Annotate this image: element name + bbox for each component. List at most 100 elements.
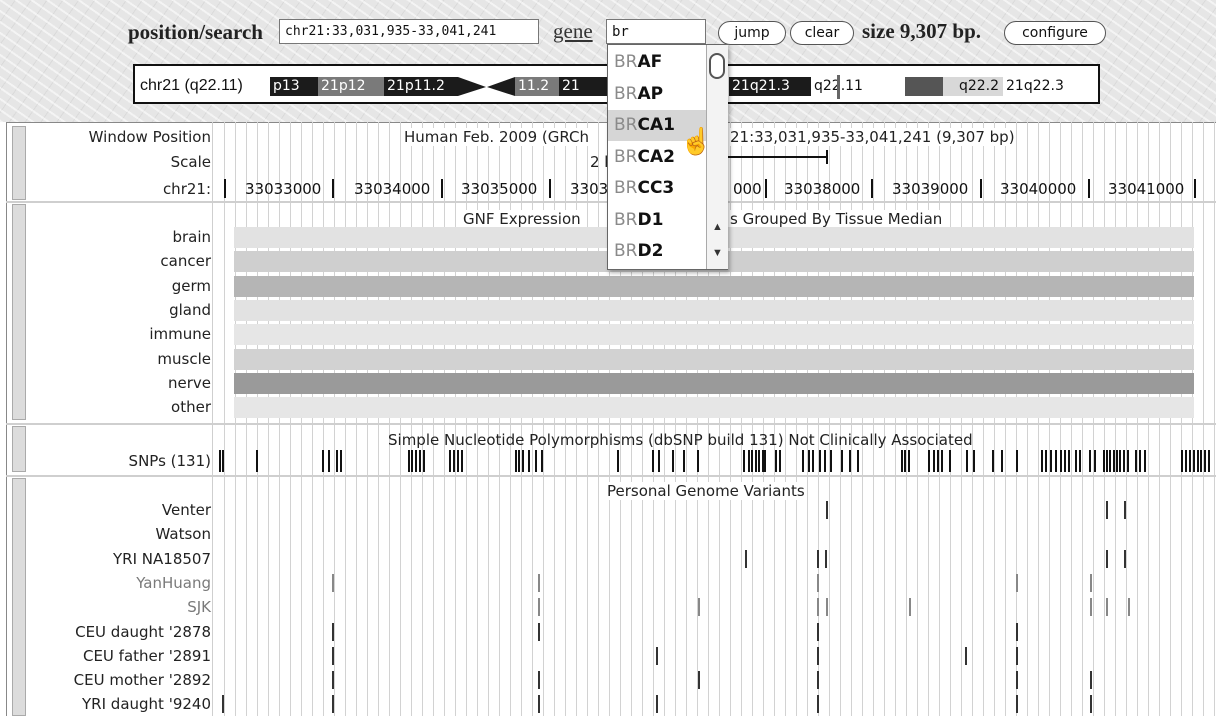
snp-mark[interactable] [457,450,459,472]
snp-mark[interactable] [1079,450,1081,472]
variant-mark[interactable] [538,695,540,714]
variant-mark[interactable] [965,646,967,665]
variant-mark[interactable] [1124,501,1126,519]
variant-mark[interactable] [1090,573,1092,592]
snp-mark[interactable] [928,450,930,472]
snp-mark[interactable] [1113,450,1115,472]
variant-mark[interactable] [817,549,819,568]
snp-mark[interactable] [824,450,826,472]
snp-mark[interactable] [336,450,338,472]
variant-mark[interactable] [656,646,658,665]
autocomplete-item[interactable]: BRD1 [608,205,706,236]
variant-mark[interactable] [825,549,827,568]
snp-mark[interactable] [941,450,943,472]
snp-mark[interactable] [328,450,330,472]
snp-mark[interactable] [779,450,781,472]
gene-link[interactable]: gene [553,19,593,44]
snp-mark[interactable] [775,450,777,472]
track-side-button[interactable] [12,478,26,716]
snp-mark[interactable] [802,450,804,472]
snp-mark[interactable] [340,450,342,472]
snp-mark[interactable] [528,450,530,472]
snp-mark[interactable] [1060,450,1062,472]
variant-mark[interactable] [1016,622,1018,641]
snp-mark[interactable] [1001,450,1003,472]
tissue-expression-bar[interactable] [234,348,1194,370]
snp-mark[interactable] [411,450,413,472]
snp-mark[interactable] [937,450,939,472]
snp-mark[interactable] [933,450,935,472]
scrollbar-thumb[interactable] [709,53,725,79]
snp-mark[interactable] [992,450,994,472]
variant-mark[interactable] [745,549,747,568]
variant-mark[interactable] [817,622,819,641]
snp-mark[interactable] [841,450,843,472]
snp-mark[interactable] [751,450,753,472]
snp-mark[interactable] [617,450,619,472]
variant-mark[interactable] [1106,598,1108,617]
snp-mark[interactable] [764,450,766,472]
autocomplete-item[interactable]: BRD2 [608,236,706,267]
variant-mark[interactable] [538,671,540,690]
snp-mark[interactable] [808,450,810,472]
snp-mark[interactable] [949,450,951,472]
track-side-button[interactable] [12,126,26,200]
snp-mark[interactable] [1144,450,1146,472]
dropdown-scrollbar[interactable]: ▲ ▼ [706,45,728,269]
snp-mark[interactable] [1055,450,1057,472]
configure-button[interactable]: configure [1004,21,1106,45]
snp-mark[interactable] [518,450,520,472]
variant-mark[interactable] [817,646,819,665]
snp-mark[interactable] [222,450,224,472]
snp-mark[interactable] [1193,450,1195,472]
snp-mark[interactable] [423,450,425,472]
snp-mark[interactable] [322,450,324,472]
snp-mark[interactable] [857,450,859,472]
variant-mark[interactable] [1106,549,1108,568]
snp-mark[interactable] [449,450,451,472]
track-side-button[interactable] [12,426,26,472]
snp-mark[interactable] [1109,450,1111,472]
variant-mark[interactable] [332,622,334,641]
snp-mark[interactable] [522,450,524,472]
snp-mark[interactable] [453,450,455,472]
snp-mark[interactable] [755,450,757,472]
tissue-expression-bar[interactable] [234,372,1194,394]
position-input[interactable] [279,19,539,44]
variant-mark[interactable] [1090,695,1092,714]
variant-mark[interactable] [909,598,911,617]
snp-mark[interactable] [461,450,463,472]
snp-mark[interactable] [1197,450,1199,472]
autocomplete-item[interactable]: BRAF [608,47,706,78]
snp-mark[interactable] [819,450,821,472]
variant-mark[interactable] [826,501,828,519]
variant-mark[interactable] [698,598,700,617]
snp-mark[interactable] [408,450,410,472]
snp-mark[interactable] [830,450,832,472]
variant-mark[interactable] [1106,501,1108,519]
snp-mark[interactable] [1208,450,1210,472]
snp-mark[interactable] [1075,450,1077,472]
snp-mark[interactable] [1068,450,1070,472]
variant-mark[interactable] [1016,646,1018,665]
snp-mark[interactable] [901,450,903,472]
snp-mark[interactable] [1119,450,1121,472]
snp-mark[interactable] [908,450,910,472]
snp-mark[interactable] [1123,450,1125,472]
snp-mark[interactable] [1135,450,1137,472]
snp-mark[interactable] [1185,450,1187,472]
variant-mark[interactable] [1090,598,1092,617]
gene-input[interactable] [606,19,706,44]
snp-mark[interactable] [256,450,258,472]
tissue-expression-bar[interactable] [234,397,1194,419]
snp-mark[interactable] [1127,450,1129,472]
variant-mark[interactable] [332,695,334,714]
autocomplete-item[interactable]: BRCC3 [608,173,706,204]
tissue-expression-bar[interactable] [234,299,1194,321]
snp-mark[interactable] [515,450,517,472]
variant-mark[interactable] [1016,671,1018,690]
snp-mark[interactable] [1106,450,1108,472]
snp-mark[interactable] [1050,450,1052,472]
variant-mark[interactable] [826,598,828,617]
variant-mark[interactable] [332,671,334,690]
